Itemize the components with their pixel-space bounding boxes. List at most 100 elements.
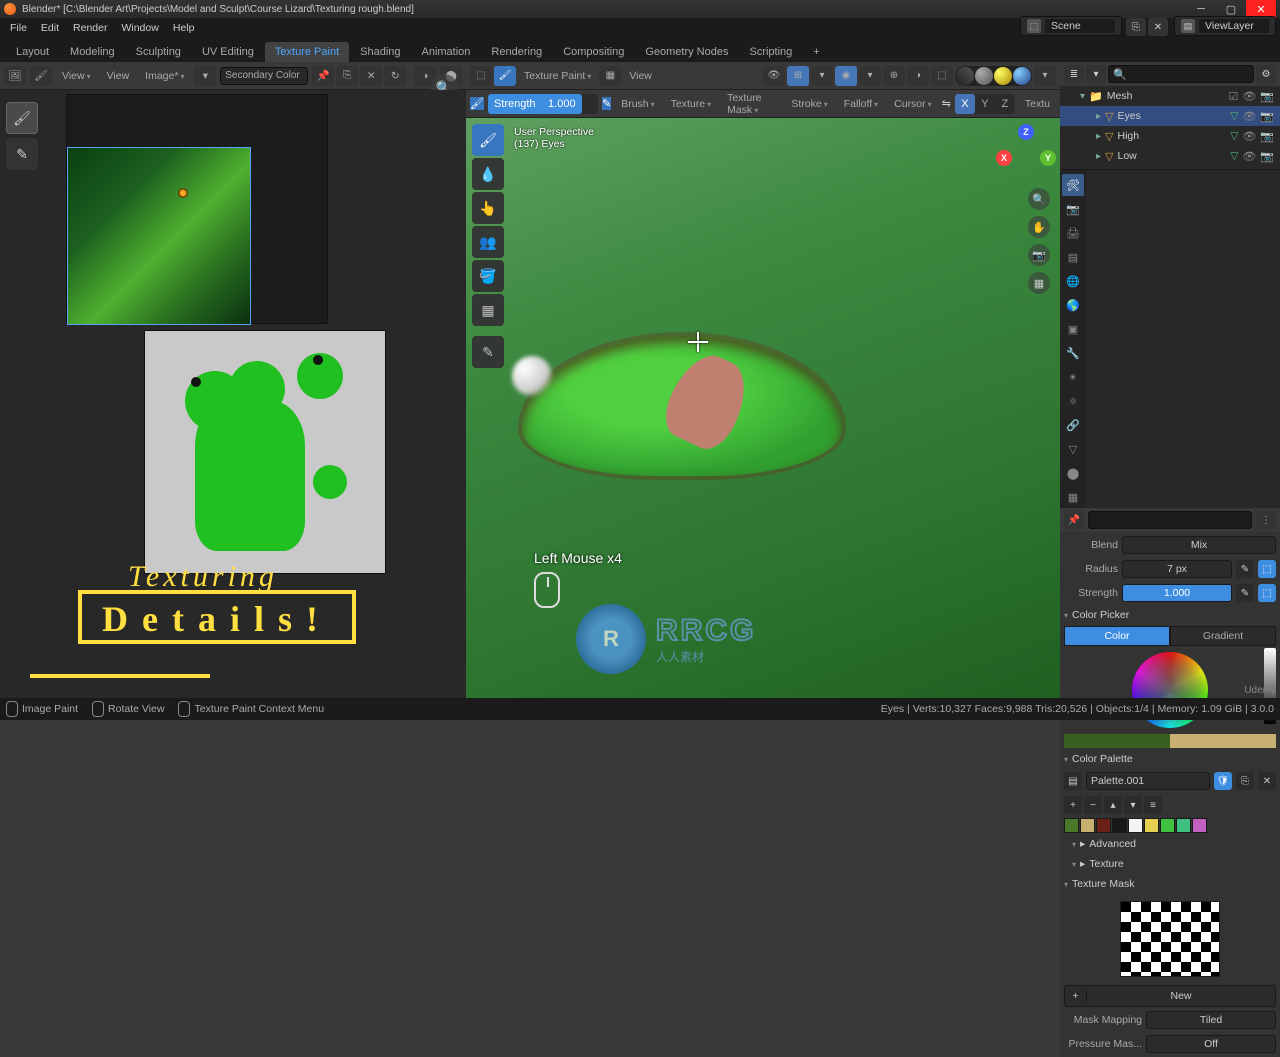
annotate-tool-icon[interactable]: ✎ (6, 138, 38, 170)
strength-unit-icon[interactable]: ⬚ (1258, 584, 1276, 602)
image-canvas[interactable]: Texturing Details! (0, 90, 466, 698)
axis-z-icon[interactable]: Z (1018, 124, 1034, 140)
mask-map-field[interactable]: Tiled (1146, 1011, 1276, 1029)
pressure-pen-icon[interactable]: ✎ (602, 97, 611, 110)
viewport-canvas[interactable]: 🖌 💧 👆 👥 🪣 ▦ ✎ User Perspective (137) Eye… (466, 118, 1060, 698)
imged-view-menu[interactable]: View (56, 68, 97, 84)
prop-modifier-icon[interactable]: 🔧 (1062, 342, 1084, 364)
palette-down-icon[interactable]: ▾ (1124, 796, 1142, 814)
menu-render[interactable]: Render (67, 20, 113, 36)
menu-edit[interactable]: Edit (35, 20, 65, 36)
prop-tool-icon[interactable]: 🛠 (1062, 174, 1084, 196)
smear-brush-icon[interactable]: 👆 (472, 192, 504, 224)
tab-sculpting[interactable]: Sculpting (126, 42, 191, 62)
scene-name[interactable]: Scene (1045, 19, 1115, 33)
snap-icon[interactable]: ⊞ (787, 66, 809, 86)
falloff-menu[interactable]: Falloff (838, 96, 884, 112)
outliner-type-icon[interactable]: ≣ (1064, 65, 1084, 83)
brush-tool-icon[interactable]: 🖌 (6, 102, 38, 134)
tab-texturepaint[interactable]: Texture Paint (265, 42, 349, 62)
strength-field[interactable]: 1.000 (1122, 584, 1232, 602)
camera-nav-icon[interactable]: 📷 (1028, 244, 1050, 266)
axis-y[interactable]: Y (975, 94, 995, 114)
palette-swatch[interactable] (1144, 818, 1159, 833)
loop-icon[interactable]: ↻ (384, 66, 406, 86)
zoom-nav-icon[interactable]: 🔍 (1028, 188, 1050, 210)
palette-shield-icon[interactable]: 🛡 (1214, 772, 1232, 790)
pin-icon[interactable]: 📌 (312, 66, 334, 86)
new-texture-button[interactable]: + New (1064, 985, 1276, 1007)
strength-slider[interactable]: Strength 1.000 (488, 94, 598, 114)
view-menu[interactable]: View (623, 68, 658, 84)
section-texture[interactable]: ▸ Texture (1072, 855, 1276, 873)
palette-swatch[interactable] (1160, 818, 1175, 833)
section-palette[interactable]: Color Palette (1064, 750, 1276, 768)
prop-output-icon[interactable]: 🖨 (1062, 222, 1084, 244)
fill-brush-icon[interactable]: 🪣 (472, 260, 504, 292)
scene-dropdown[interactable]: ⬚ Scene (1020, 16, 1122, 36)
outliner-item-low[interactable]: ▸ ▽ Low ▽ 👁📷 (1060, 146, 1280, 166)
palette-sort-icon[interactable]: ≡ (1144, 796, 1162, 814)
blend-field[interactable]: Mix (1122, 536, 1276, 554)
clone-brush-icon[interactable]: 👥 (472, 226, 504, 258)
imged-view2-menu[interactable]: View (101, 68, 136, 84)
viewlayer-name[interactable]: ViewLayer (1199, 19, 1269, 33)
tab-layout[interactable]: Layout (6, 42, 59, 62)
scene-x-icon[interactable]: ✕ (1148, 18, 1168, 36)
mode-paint-icon[interactable]: 🖌 (494, 66, 516, 86)
texture-preview[interactable] (1120, 901, 1220, 977)
radius-field[interactable]: 7 px (1122, 560, 1232, 578)
expand-icon[interactable]: ▸ (1096, 151, 1101, 162)
radius-pressure-icon[interactable]: ✎ (1236, 560, 1254, 578)
menu-window[interactable]: Window (115, 20, 164, 36)
texturemask-menu[interactable]: Texture Mask (721, 90, 781, 118)
palette-swatch[interactable] (1064, 818, 1079, 833)
tab-compositing[interactable]: Compositing (553, 42, 634, 62)
tab-animation[interactable]: Animation (412, 42, 481, 62)
proportional-icon[interactable]: ◉ (835, 66, 857, 86)
palette-swatch[interactable] (1128, 818, 1143, 833)
draw-brush-icon[interactable]: 🖌 (472, 124, 504, 156)
prop-particle-icon[interactable]: ✴ (1062, 366, 1084, 388)
rendered-mode-icon[interactable] (1013, 67, 1031, 85)
tab-geonodes[interactable]: Geometry Nodes (635, 42, 738, 62)
gizmo-icon[interactable]: ⊕ (883, 66, 905, 86)
wireframe-mode-icon[interactable] (956, 67, 974, 85)
prop-mesh-icon[interactable]: ▽ (1062, 438, 1084, 460)
tab-add[interactable]: + (803, 42, 829, 62)
radius-unit-icon[interactable]: ⬚ (1258, 560, 1276, 578)
snap-dd-icon[interactable]: ▾ (811, 66, 833, 86)
mirror-icon[interactable]: ⇋ (942, 97, 951, 110)
mode-label[interactable]: Texture Paint (518, 68, 597, 84)
palette-swatch[interactable] (1096, 818, 1111, 833)
nav-gizmo[interactable]: Z Y X (1004, 124, 1048, 168)
annotate-icon[interactable]: ✎ (472, 336, 504, 368)
section-advanced[interactable]: ▸ Advanced (1072, 835, 1276, 853)
prop-dd-icon[interactable]: ▾ (859, 66, 881, 86)
axis-x[interactable]: X (955, 94, 975, 114)
tab-scripting[interactable]: Scripting (739, 42, 802, 62)
tab-modeling[interactable]: Modeling (60, 42, 125, 62)
section-texturemask[interactable]: Texture Mask (1064, 875, 1276, 893)
visibility-icon[interactable]: 👁 (763, 66, 785, 86)
material-mode-icon[interactable] (994, 67, 1012, 85)
palette-browse-icon[interactable]: ▤ (1064, 772, 1082, 790)
outliner-filter-icon[interactable]: ⚙ (1256, 65, 1276, 83)
prop-texture-icon[interactable]: ▦ (1062, 486, 1084, 508)
palette-add-icon[interactable]: + (1064, 796, 1082, 814)
editor-type-3d-icon[interactable]: ⬚ (470, 66, 492, 86)
color-tab[interactable]: Color (1064, 626, 1170, 646)
palette-remove-icon[interactable]: − (1084, 796, 1102, 814)
axis-x-icon[interactable]: X (996, 150, 1012, 166)
palette-new-icon[interactable]: ⎘ (1236, 772, 1254, 790)
imged-image-menu[interactable]: Image* (139, 68, 190, 84)
prop-world-icon[interactable]: 🌎 (1062, 294, 1084, 316)
expand-icon[interactable]: ▸ (1096, 111, 1101, 122)
tab-rendering[interactable]: Rendering (481, 42, 552, 62)
texture-slot-side[interactable]: Textu (1019, 96, 1056, 112)
prop-options-icon[interactable]: ⋮ (1256, 511, 1276, 529)
viewlayer-dropdown[interactable]: ▤ ViewLayer (1174, 16, 1276, 36)
outliner-item-teeth[interactable]: ▸ ▽ Teeth ▽ 👁📷 (1060, 166, 1280, 169)
tab-uvediting[interactable]: UV Editing (192, 42, 264, 62)
editor-type-icon[interactable]: 🖼 (4, 66, 26, 86)
